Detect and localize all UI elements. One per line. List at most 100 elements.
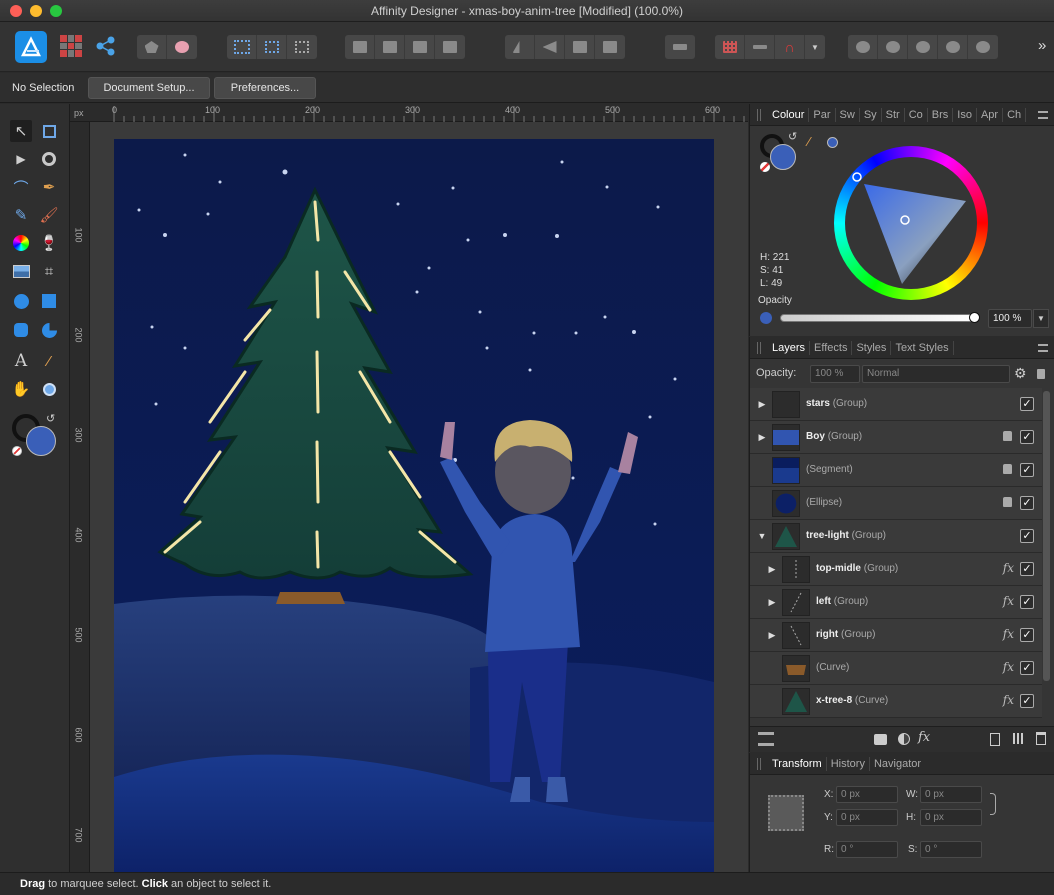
layers-stack-icon[interactable] <box>758 732 774 746</box>
node-tool-button[interactable]: ▶ <box>10 148 32 170</box>
expand-arrow-icon[interactable]: ▶ <box>766 629 778 641</box>
panel-fill-swatch[interactable] <box>770 144 796 170</box>
tab-swatches[interactable]: Sw <box>836 107 860 122</box>
select-box-inner-button[interactable] <box>257 35 287 59</box>
tab-effects[interactable]: Effects <box>810 340 853 355</box>
expand-arrow-icon[interactable]: ▶ <box>766 563 778 575</box>
minimize-window-button[interactable] <box>30 5 42 17</box>
fill-swatch[interactable] <box>26 426 56 456</box>
layer-visibility-checkbox[interactable]: ✓ <box>1020 694 1034 708</box>
pencil-tool-button[interactable]: ✎ <box>10 204 32 226</box>
assistant-button[interactable] <box>137 35 167 59</box>
lock-icon[interactable] <box>1003 497 1012 507</box>
boolean-add-button[interactable] <box>848 35 878 59</box>
fx-icon[interactable]: fx <box>1003 627 1014 641</box>
panel-menu-icon[interactable] <box>1038 344 1048 352</box>
rotate-right-button[interactable] <box>595 35 625 59</box>
snapping-menu-button[interactable]: ▼ <box>805 35 825 59</box>
no-color-icon[interactable] <box>12 446 22 456</box>
tab-paragraph[interactable]: Par <box>809 107 836 122</box>
adjustment-icon[interactable] <box>898 733 910 745</box>
export-persona-icon[interactable] <box>95 35 117 57</box>
rectangle-tool-button[interactable] <box>38 290 60 312</box>
boolean-divide-button[interactable] <box>968 35 998 59</box>
layer-visibility-checkbox[interactable]: ✓ <box>1020 661 1034 675</box>
h-field[interactable]: 0 px <box>920 809 982 826</box>
tab-constraints[interactable]: Co <box>905 107 928 122</box>
toolbar-overflow-button[interactable]: » <box>1038 37 1046 54</box>
panel-menu-icon[interactable] <box>1038 111 1048 119</box>
color-picker-tool-button[interactable]: ⁄ <box>38 350 60 372</box>
lock-icon[interactable] <box>1037 369 1045 379</box>
boolean-intersect-button[interactable] <box>908 35 938 59</box>
add-pixel-layer-icon[interactable] <box>990 733 1000 746</box>
expand-arrow-icon[interactable]: ▶ <box>756 398 768 410</box>
grid-toggle-button[interactable] <box>715 35 745 59</box>
tab-history[interactable]: History <box>827 756 870 771</box>
close-window-button[interactable] <box>10 5 22 17</box>
tab-appearance[interactable]: Apr <box>977 107 1004 122</box>
preferences-button[interactable]: Preferences... <box>214 77 316 99</box>
layer-visibility-checkbox[interactable]: ✓ <box>1020 628 1034 642</box>
eyedropper-icon[interactable]: ⁄ <box>808 134 810 149</box>
layer-visibility-checkbox[interactable]: ✓ <box>1020 595 1034 609</box>
artistic-text-tool-button[interactable]: A <box>10 350 32 372</box>
view-tool-button[interactable]: ✋ <box>10 378 32 400</box>
layer-row-curve[interactable]: (Curve) fx ✓ <box>750 652 1042 685</box>
opacity-dropdown-button[interactable]: ▼ <box>1033 309 1049 328</box>
ellipse-tool-button[interactable] <box>10 290 32 312</box>
colour-wheel[interactable] <box>834 146 988 300</box>
boolean-subtract-button[interactable] <box>878 35 908 59</box>
panel-grip-icon[interactable] <box>757 758 761 770</box>
swap-colors-icon[interactable]: ↺ <box>46 412 55 425</box>
layer-opacity-field[interactable]: 100 % <box>810 365 860 383</box>
boolean-xor-button[interactable] <box>938 35 968 59</box>
fill-stroke-swatch[interactable]: ↺ <box>12 412 60 462</box>
tab-brushes[interactable]: Brs <box>928 107 954 122</box>
panel-grip-icon[interactable] <box>757 109 761 121</box>
opacity-slider-handle[interactable] <box>969 312 980 323</box>
layer-visibility-checkbox[interactable]: ✓ <box>1020 463 1034 477</box>
zoom-window-button[interactable] <box>50 5 62 17</box>
tab-isometric[interactable]: Iso <box>953 107 977 122</box>
move-to-front-button[interactable] <box>435 35 465 59</box>
layer-row-stars[interactable]: ▶ stars (Group) ✓ <box>750 388 1042 421</box>
layer-row-boy[interactable]: ▶ Boy (Group) ✓ <box>750 421 1042 454</box>
rounded-rectangle-tool-button[interactable] <box>10 319 32 341</box>
crop-tool-button[interactable]: ⌗ <box>38 260 60 282</box>
tab-colour[interactable]: Colour <box>768 107 810 122</box>
tab-layers[interactable]: Layers <box>768 340 811 355</box>
layer-row-ellipse[interactable]: (Ellipse) ✓ <box>750 487 1042 520</box>
mask-layer-icon[interactable] <box>874 734 887 745</box>
zoom-tool-button[interactable] <box>38 378 60 400</box>
pie-tool-button[interactable] <box>38 319 60 341</box>
layer-row-segment[interactable]: (Segment) ✓ <box>750 454 1042 487</box>
move-back-one-button[interactable] <box>375 35 405 59</box>
layer-settings-gear-icon[interactable]: ⚙ <box>1014 365 1027 382</box>
flip-vertical-button[interactable] <box>535 35 565 59</box>
artboard-tool-button[interactable] <box>38 120 60 142</box>
y-field[interactable]: 0 px <box>836 809 898 826</box>
tab-stroke[interactable]: Str <box>882 107 905 122</box>
collapse-arrow-icon[interactable]: ▼ <box>756 530 768 542</box>
corner-tool-button[interactable] <box>38 148 60 170</box>
layer-row-right[interactable]: ▶ right (Group) fx ✓ <box>750 619 1042 652</box>
panel-no-color-icon[interactable] <box>760 162 770 172</box>
layer-visibility-checkbox[interactable]: ✓ <box>1020 496 1034 510</box>
fill-tool-button[interactable] <box>10 232 32 254</box>
place-image-tool-button[interactable] <box>10 260 32 282</box>
affinity-designer-logo-icon[interactable] <box>15 31 47 63</box>
lock-icon[interactable] <box>1003 431 1012 441</box>
pen-nib-tool-button[interactable]: ✒ <box>38 176 60 198</box>
lock-aspect-ratio-icon[interactable] <box>990 793 996 815</box>
add-group-icon[interactable] <box>1013 733 1024 744</box>
move-to-back-button[interactable] <box>345 35 375 59</box>
tab-text-styles[interactable]: Text Styles <box>891 340 954 355</box>
document-setup-button[interactable]: Document Setup... <box>88 77 210 99</box>
align-button[interactable] <box>665 35 695 59</box>
force-pixel-alignment-button[interactable] <box>745 35 775 59</box>
panel-swap-icon[interactable]: ↺ <box>788 130 797 143</box>
tab-character[interactable]: Ch <box>1003 107 1027 122</box>
layer-row-x-tree-8[interactable]: x-tree-8 (Curve) fx ✓ <box>750 685 1042 718</box>
tab-navigator[interactable]: Navigator <box>870 757 925 771</box>
